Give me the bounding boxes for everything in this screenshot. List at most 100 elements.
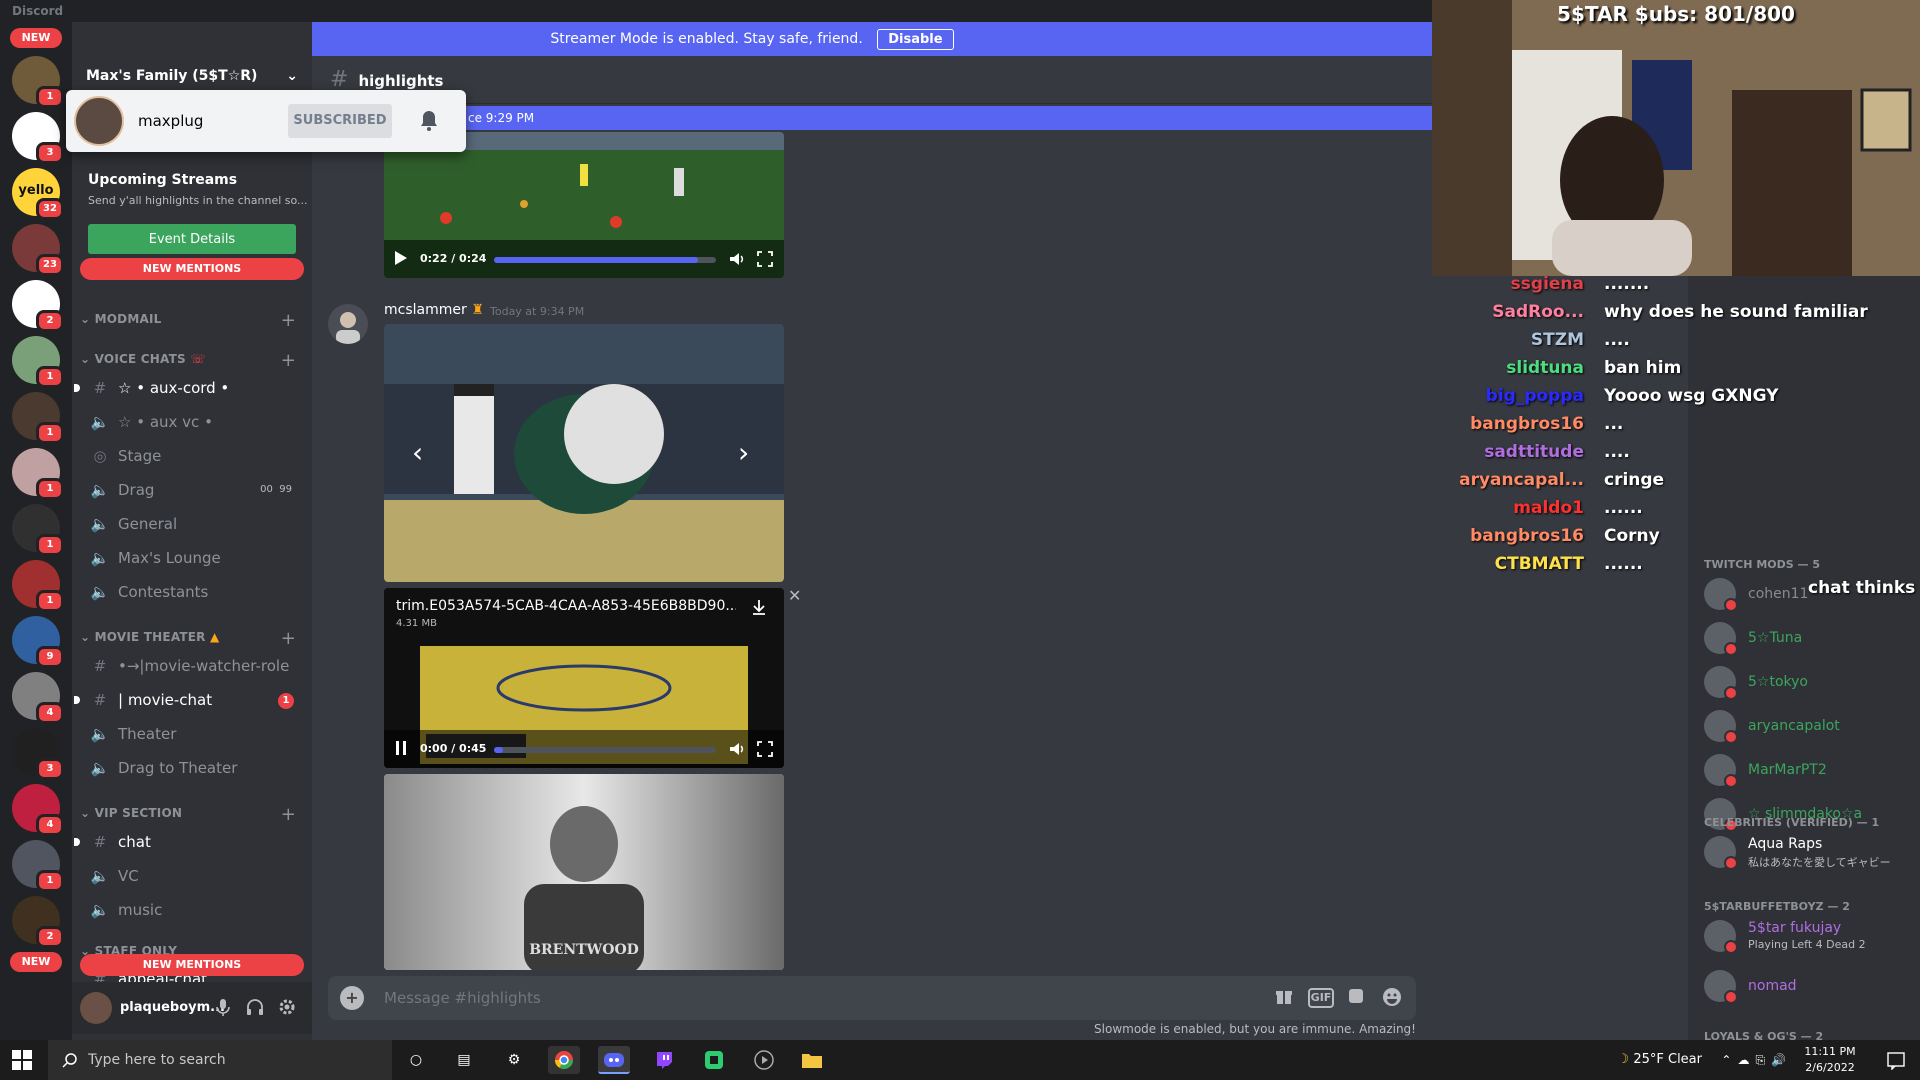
close-icon[interactable]: ✕ — [788, 586, 801, 605]
taskbar-clock[interactable]: 11:11 PM 2/6/2022 — [1800, 1044, 1860, 1076]
new-mentions-top[interactable]: NEW MENTIONS — [80, 258, 304, 280]
app-green-icon[interactable] — [698, 1046, 730, 1074]
download-icon[interactable] — [750, 598, 768, 616]
channel-vip-vc[interactable]: 🔈 VC — [80, 860, 304, 892]
server-icon-server-11[interactable]: 9 — [12, 616, 64, 668]
add-channel-icon[interactable]: + — [281, 804, 296, 825]
gift-icon[interactable] — [1272, 986, 1296, 1010]
microphone-icon[interactable] — [212, 996, 234, 1018]
new-badge-bottom[interactable]: NEW — [10, 952, 62, 972]
fullscreen-icon[interactable] — [756, 740, 774, 758]
video-attachment-2[interactable]: trim.E053A574-5CAB-4CAA-A853-45E6B8BD90.… — [384, 588, 784, 768]
message-input[interactable] — [384, 976, 1184, 1020]
notification-icon[interactable] — [1886, 1050, 1906, 1070]
media-player-icon[interactable] — [748, 1046, 780, 1074]
new-badge-top[interactable]: NEW — [10, 28, 62, 48]
add-channel-icon[interactable]: + — [281, 310, 296, 331]
gallery-next-icon[interactable]: › — [738, 436, 749, 469]
server-icon-server-12[interactable]: 4 — [12, 672, 64, 724]
headphones-icon[interactable] — [244, 996, 266, 1018]
server-icon-server-7[interactable]: 1 — [12, 392, 64, 444]
windows-start-icon[interactable] — [12, 1050, 32, 1070]
member-mod[interactable]: 5☆Tuna — [1696, 618, 1920, 660]
bell-icon[interactable] — [416, 108, 442, 134]
avatar[interactable] — [80, 992, 112, 1024]
server-icon-server-14[interactable]: 4 — [12, 784, 64, 836]
video-progress[interactable] — [494, 747, 716, 753]
member-aqua-raps[interactable]: Aqua Raps 私はあなたを愛してギャビー — [1696, 832, 1920, 874]
channel-drag[interactable]: 🔈 Drag 00 99 — [80, 474, 304, 506]
member-mod[interactable]: MarMarPT2 — [1696, 750, 1920, 792]
weather-widget[interactable]: ☽ 25°F Clear — [1618, 1040, 1702, 1080]
taskbar-search[interactable]: Type here to search — [48, 1040, 392, 1080]
gear-icon[interactable] — [276, 996, 298, 1018]
file-explorer-icon[interactable] — [796, 1046, 828, 1074]
server-icon-server-13[interactable]: 3 — [12, 728, 64, 780]
fullscreen-icon[interactable] — [756, 250, 774, 268]
server-icon-server-2[interactable]: 3 — [12, 112, 64, 164]
channel-stage[interactable]: ◎ Stage — [80, 440, 304, 472]
disable-streamer-button[interactable]: Disable — [877, 29, 954, 50]
channel-vip-music[interactable]: 🔈 music — [80, 894, 304, 926]
channel-aux-vc[interactable]: 🔈 ☆ • aux vc • — [80, 406, 304, 438]
task-view-icon[interactable]: ▤ — [448, 1046, 480, 1074]
volume-icon[interactable] — [728, 250, 746, 268]
avatar[interactable] — [74, 96, 124, 146]
server-icon-yello[interactable]: yello 32 — [12, 168, 64, 220]
category-movie-theater[interactable]: ⌄ MOVIE THEATER ▲ + — [80, 628, 304, 650]
channel-general[interactable]: 🔈 General — [80, 508, 304, 540]
category-modmail[interactable]: ⌄ MODMAIL + — [80, 310, 304, 332]
avatar[interactable] — [328, 304, 368, 344]
member-buffet[interactable]: nomad — [1696, 966, 1920, 1008]
channel-movie-chat[interactable]: # | movie-chat 1 — [74, 684, 304, 716]
add-attachment-button[interactable]: + — [340, 986, 364, 1010]
volume-icon[interactable] — [728, 740, 746, 758]
play-icon[interactable] — [394, 250, 408, 266]
chrome-icon[interactable] — [548, 1046, 580, 1074]
discord-icon[interactable] — [598, 1046, 630, 1074]
server-icon-server-10[interactable]: 1 — [12, 560, 64, 612]
member-buffet[interactable]: 5$tar fukujay Playing Left 4 Dead 2 — [1696, 916, 1920, 958]
member-mod[interactable]: ☆ slimmdako☆a — [1696, 794, 1920, 836]
gif-button[interactable]: GIF — [1308, 988, 1334, 1008]
channel-theater[interactable]: 🔈 Theater — [80, 718, 304, 750]
channel-vip-chat[interactable]: # chat — [74, 826, 304, 858]
add-channel-icon[interactable]: + — [281, 350, 296, 371]
server-icon-adidas[interactable]: 2 — [12, 280, 64, 332]
image-gallery[interactable]: ‹ › — [384, 324, 784, 582]
sticker-icon[interactable] — [1344, 986, 1368, 1010]
new-messages-bar[interactable]: ce 9:29 PM — [462, 106, 1432, 130]
message-author[interactable]: mcslammer ♜ — [384, 302, 484, 318]
member-mod[interactable]: aryancapalot — [1696, 706, 1920, 748]
twitch-icon[interactable] — [648, 1046, 680, 1074]
unread-count-badge: 3 — [36, 758, 64, 780]
cortana-icon[interactable]: ○ — [400, 1046, 432, 1074]
pause-icon[interactable] — [394, 740, 408, 756]
channel-drag-to-theater[interactable]: 🔈 Drag to Theater — [80, 752, 304, 784]
image-attachment-3[interactable]: BRENTWOOD — [384, 774, 784, 970]
channel-movie-watcher-role[interactable]: # •→|movie-watcher-role — [80, 650, 304, 682]
member-mod[interactable]: 5☆tokyo — [1696, 662, 1920, 704]
settings-icon[interactable]: ⚙ — [498, 1046, 530, 1074]
server-icon-server-15[interactable]: 1 — [12, 840, 64, 892]
video-progress[interactable] — [494, 257, 716, 263]
category-voice[interactable]: ⌄ VOICE CHATS ☏ + — [80, 350, 304, 372]
gallery-prev-icon[interactable]: ‹ — [412, 436, 423, 469]
server-icon-server-9[interactable]: 1 — [12, 504, 64, 556]
server-icon-server-16[interactable]: 2 — [12, 896, 64, 948]
new-mentions-bottom[interactable]: NEW MENTIONS — [80, 954, 304, 976]
category-vip[interactable]: ⌄ VIP SECTION + — [80, 804, 304, 826]
server-icon-server-1[interactable]: 1 — [12, 56, 64, 108]
server-icon-server-6[interactable]: 1 — [12, 336, 64, 388]
emoji-icon[interactable] — [1380, 986, 1404, 1010]
server-icon-server-8[interactable]: 1 — [12, 448, 64, 500]
subscribed-button[interactable]: SUBSCRIBED — [288, 104, 392, 138]
video-attachment-1[interactable]: 0:22 / 0:24 — [384, 132, 784, 278]
add-channel-icon[interactable]: + — [281, 628, 296, 649]
channel-max-lounge[interactable]: 🔈 Max's Lounge — [80, 542, 304, 574]
server-icon-server-4[interactable]: 23 — [12, 224, 64, 276]
event-details-button[interactable]: Event Details — [88, 224, 296, 254]
channel-aux-cord[interactable]: # ☆ • aux-cord • — [74, 372, 304, 404]
system-tray-icons[interactable]: ⌃☁⎘🔊 — [1721, 1040, 1792, 1080]
channel-contestants[interactable]: 🔈 Contestants — [80, 576, 304, 608]
